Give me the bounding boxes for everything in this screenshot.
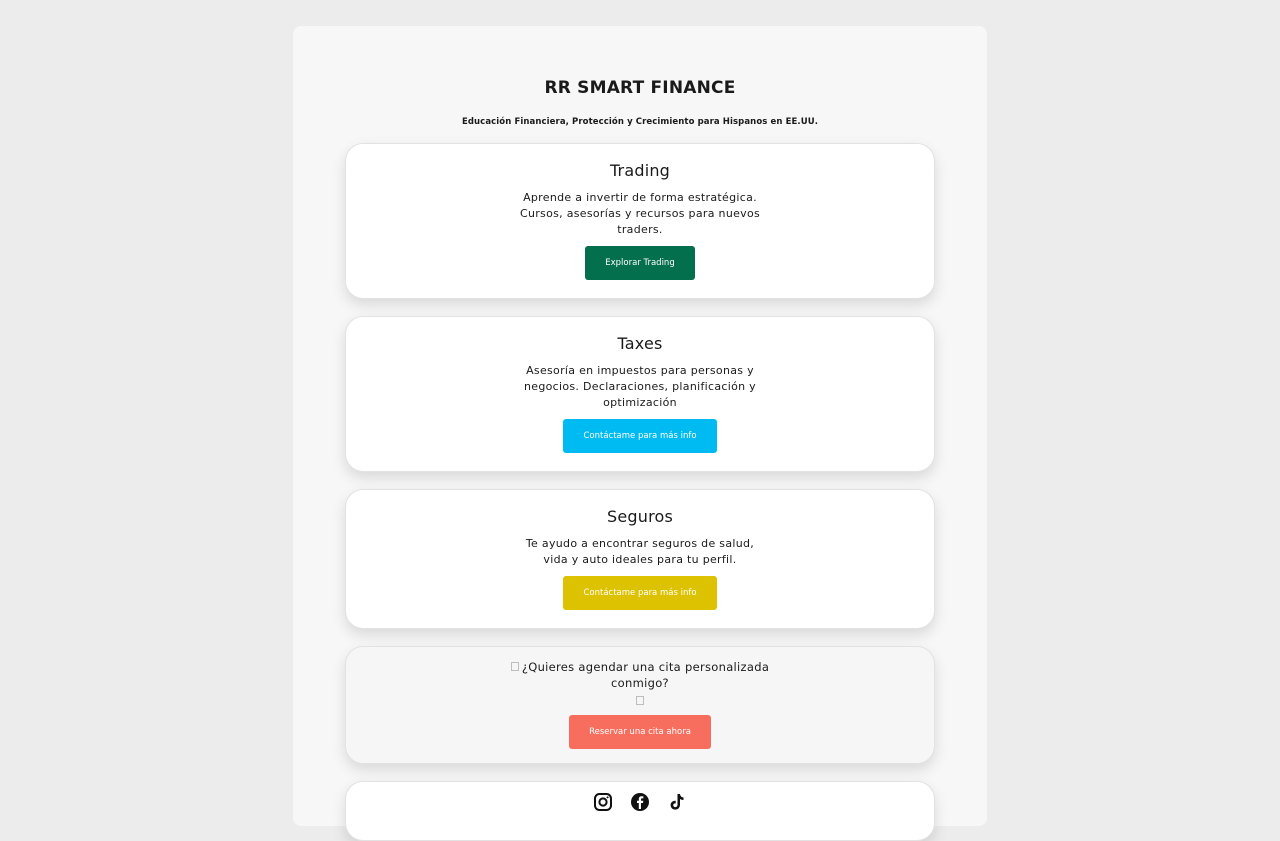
taxes-card-description: Asesoría en impuestos para personas y ne… xyxy=(524,364,756,409)
seguros-card-description: Te ayudo a encontrar seguros de salud, v… xyxy=(525,537,755,566)
appointment-card: ¿Quieres agendar una cita personalizada … xyxy=(345,646,935,764)
site-subtitle: Educación Financiera, Protección y Creci… xyxy=(461,117,819,127)
missing-emoji-icon xyxy=(510,662,519,671)
book-appointment-button[interactable]: Reservar una cita ahora xyxy=(569,715,711,749)
site-title: RR SMART FINANCE xyxy=(544,78,736,98)
instagram-icon[interactable] xyxy=(593,792,613,816)
seguros-contact-button[interactable]: Contáctame para más info xyxy=(563,576,717,610)
seguros-card: Seguros Te ayudo a encontrar seguros de … xyxy=(345,489,935,629)
explore-trading-button[interactable]: Explorar Trading xyxy=(585,246,695,280)
facebook-icon[interactable] xyxy=(630,792,650,816)
taxes-card-title: Taxes xyxy=(617,334,663,353)
social-links xyxy=(346,792,934,816)
taxes-card: Taxes Asesoría en impuestos para persona… xyxy=(345,316,935,472)
taxes-contact-button[interactable]: Contáctame para más info xyxy=(563,419,717,453)
missing-emoji-icon xyxy=(636,696,644,705)
tiktok-icon[interactable] xyxy=(667,792,687,816)
seguros-card-title: Seguros xyxy=(606,507,674,526)
appointment-prompt-text: ¿Quieres agendar una cita personalizada … xyxy=(521,660,770,690)
appointment-prompt: ¿Quieres agendar una cita personalizada … xyxy=(505,659,775,691)
trading-card: Trading Aprende a invertir de forma estr… xyxy=(345,143,935,299)
main-container: RR SMART FINANCE Educación Financiera, P… xyxy=(293,26,987,841)
trading-card-description: Aprende a invertir de forma estratégica.… xyxy=(519,191,761,236)
social-card xyxy=(345,781,935,841)
trading-card-title: Trading xyxy=(609,161,671,180)
